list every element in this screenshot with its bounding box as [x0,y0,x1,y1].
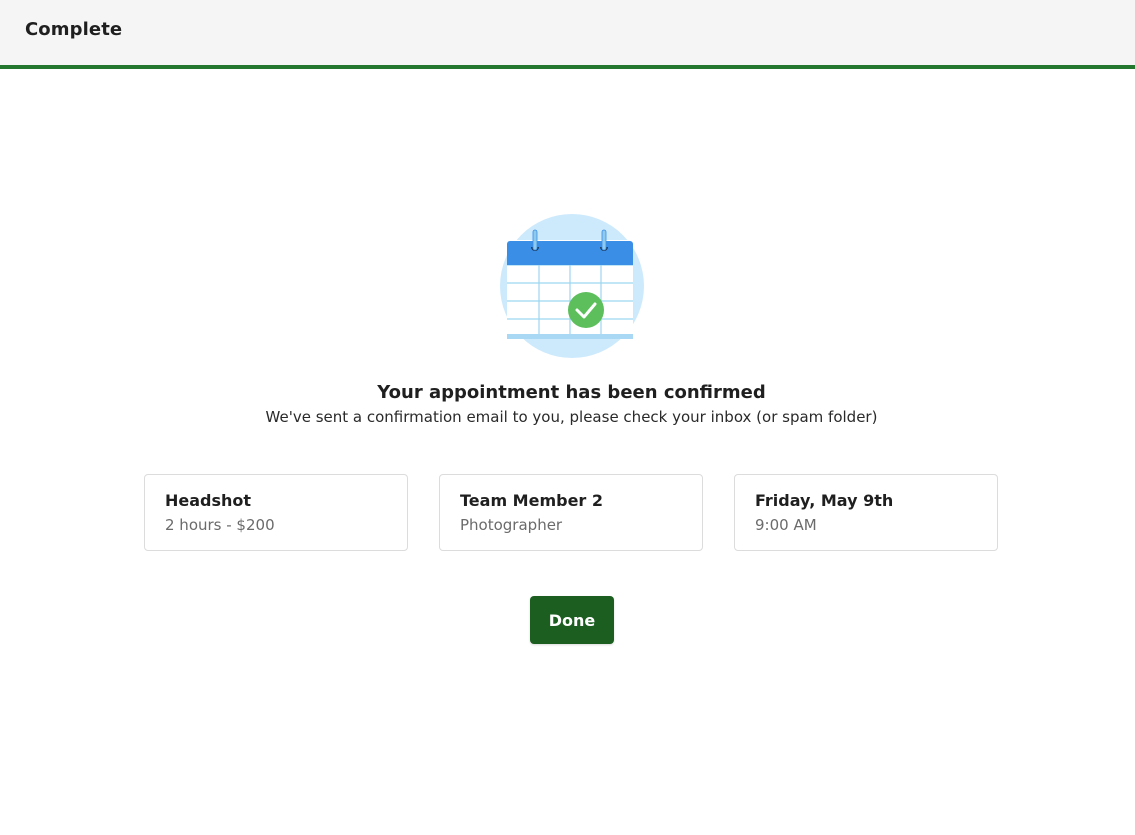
service-name: Headshot [165,491,252,510]
confirmation-message: We've sent a confirmation email to you, … [265,408,878,426]
staff-card: Team Member 2 Photographer [439,474,703,551]
calendar-check-icon [499,213,645,359]
page-title: Complete [25,19,123,40]
appointment-date: Friday, May 9th [755,491,894,510]
staff-role: Photographer [460,516,563,534]
confirmation-heading: Your appointment has been confirmed [377,382,766,403]
service-duration-price: 2 hours - $200 [165,516,275,534]
page-header: Complete [0,0,1135,69]
datetime-card: Friday, May 9th 9:00 AM [734,474,998,551]
appointment-time: 9:00 AM [755,516,817,534]
done-button[interactable]: Done [530,596,614,644]
staff-name: Team Member 2 [460,491,604,510]
service-card: Headshot 2 hours - $200 [144,474,408,551]
